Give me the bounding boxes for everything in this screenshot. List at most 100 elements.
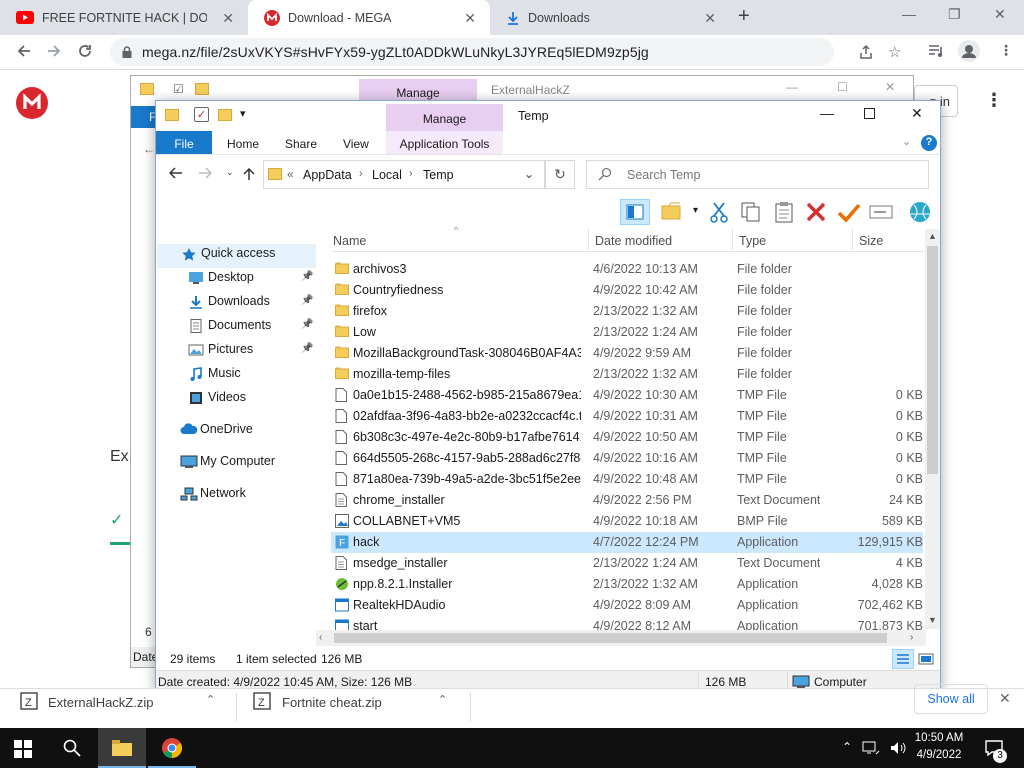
file-row[interactable]: 0a0e1b15-2488-4562-b985-215a8679ea1a....…: [331, 385, 923, 406]
maximize-icon[interactable]: ☐: [837, 80, 848, 94]
chevron-down-icon[interactable]: ⌄: [524, 167, 534, 181]
file-row[interactable]: 871a80ea-739b-49a5-a2de-3bc51f5e2ee5....…: [331, 469, 923, 490]
close-downloads-bar-icon[interactable]: ✕: [999, 690, 1011, 707]
ribbon-tab-view[interactable]: View: [343, 137, 369, 151]
download-item[interactable]: Z Fortnite cheat.zip ⌃: [240, 689, 470, 729]
copy-icon[interactable]: [740, 201, 762, 223]
cut-icon[interactable]: [709, 201, 729, 223]
file-row[interactable]: npp.8.2.1.Installer 2/13/2022 1:32 AM Appl…: [331, 574, 923, 595]
nav-item-desktop[interactable]: Desktop: [208, 270, 254, 284]
nav-item-videos[interactable]: Videos: [208, 390, 246, 404]
file-row[interactable]: start 4/9/2022 8:12 AM Application 701,873 …: [331, 616, 923, 630]
horizontal-scrollbar[interactable]: ‹ ›: [316, 630, 926, 646]
media-control-icon[interactable]: [928, 44, 944, 58]
ribbon-tab-share[interactable]: Share: [285, 137, 317, 151]
close-icon[interactable]: ✕: [464, 10, 476, 27]
column-name[interactable]: Name: [333, 234, 366, 248]
back-arrow-icon[interactable]: [16, 43, 32, 59]
download-item[interactable]: Z ExternalHackZ.zip ⌃: [8, 689, 234, 729]
manage-tab[interactable]: Manage: [386, 104, 503, 131]
breadcrumb-overflow[interactable]: «: [287, 167, 294, 181]
restore-icon[interactable]: ❐: [948, 6, 961, 23]
folder-row[interactable]: Countryfiedness 4/9/2022 10:42 AM File fol…: [331, 280, 923, 301]
mega-menu-icon[interactable]: ⋮: [985, 90, 1003, 111]
folder-row[interactable]: mozilla-temp-files 2/13/2022 1:32 AM File …: [331, 364, 923, 385]
file-row[interactable]: 664d5505-268c-4157-9ab5-288ad6c27f8e....…: [331, 448, 923, 469]
windows-start-icon[interactable]: [14, 740, 32, 758]
ribbon-tab-application-tools[interactable]: Application Tools: [386, 131, 503, 154]
preview-pane-button[interactable]: [620, 199, 650, 225]
pin-icon[interactable]: 📌: [301, 271, 313, 282]
close-icon[interactable]: ✕: [911, 105, 923, 122]
nav-item-quick-access[interactable]: Quick access: [201, 246, 275, 260]
chevron-up-icon[interactable]: ⌃: [438, 693, 447, 706]
column-date-modified[interactable]: Date modified: [595, 234, 672, 248]
network-tray-icon[interactable]: [862, 740, 880, 756]
help-icon[interactable]: ?: [921, 135, 937, 151]
file-row[interactable]: chrome_installer 4/9/2022 2:56 PM Text Doc…: [331, 490, 923, 511]
nav-item-my-computer[interactable]: My Computer: [200, 454, 275, 468]
close-icon[interactable]: ✕: [704, 10, 716, 27]
nav-item-music[interactable]: Music: [208, 366, 241, 380]
back-arrow-icon[interactable]: [169, 167, 183, 179]
forward-arrow-icon[interactable]: [198, 167, 212, 179]
new-tab-button[interactable]: +: [738, 5, 750, 28]
nav-item-onedrive[interactable]: OneDrive: [200, 422, 253, 436]
column-divider[interactable]: [732, 228, 733, 250]
new-folder-button[interactable]: [661, 201, 683, 221]
minimize-icon[interactable]: —: [902, 6, 916, 22]
address-bar[interactable]: « AppData › Local › Temp ⌄: [263, 160, 545, 189]
maximize-icon[interactable]: [864, 108, 875, 119]
scroll-down-icon[interactable]: ▼: [928, 615, 937, 625]
breadcrumb-temp[interactable]: Temp: [423, 168, 454, 182]
ribbon-tab-home[interactable]: Home: [227, 137, 259, 151]
breadcrumb-local[interactable]: Local: [372, 168, 402, 182]
folder-row[interactable]: archivos3 4/6/2022 10:13 AM File folder: [331, 259, 923, 280]
minimize-icon[interactable]: —: [820, 105, 834, 121]
tab-downloads[interactable]: Downloads ✕: [490, 0, 730, 35]
volume-icon[interactable]: [889, 740, 907, 756]
recent-locations-dropdown[interactable]: ⌄: [226, 167, 234, 178]
file-tab[interactable]: F: [131, 106, 157, 128]
network-globe-icon[interactable]: [908, 201, 932, 223]
bookmark-star-icon[interactable]: ☆: [888, 43, 901, 61]
file-row[interactable]: 02afdfaa-3f96-4a83-bb2e-a0232ccacf4c.t..…: [331, 406, 923, 427]
scroll-thumb[interactable]: [334, 633, 887, 643]
column-type[interactable]: Type: [739, 234, 766, 248]
clock-date[interactable]: 4/9/2022: [912, 749, 966, 761]
up-arrow-icon[interactable]: [243, 167, 255, 181]
scroll-right-icon[interactable]: ›: [910, 632, 913, 643]
tab-youtube[interactable]: FREE FORTNITE HACK | DOWNLO ✕: [0, 0, 248, 35]
show-all-button[interactable]: Show all: [914, 684, 988, 714]
pin-icon[interactable]: 📌: [301, 295, 313, 306]
nav-item-network[interactable]: Network: [200, 486, 246, 500]
file-row[interactable]: Fhack 4/7/2022 12:24 PM Application 129,915…: [331, 532, 923, 553]
delete-icon[interactable]: [805, 201, 827, 223]
ribbon-tab-file[interactable]: File: [156, 131, 212, 154]
folder-row[interactable]: firefox 2/13/2022 1:32 AM File folder: [331, 301, 923, 322]
folder-row[interactable]: MozillaBackgroundTask-308046B0AF4A3... 4/…: [331, 343, 923, 364]
scroll-left-icon[interactable]: ‹: [319, 632, 322, 643]
quick-access-dropdown-icon[interactable]: ▾: [240, 107, 246, 120]
tray-expand-icon[interactable]: ⌃: [842, 740, 852, 754]
large-icons-view-button[interactable]: [917, 650, 935, 668]
new-folder-icon[interactable]: [218, 109, 232, 121]
close-window-icon[interactable]: ✕: [994, 6, 1006, 23]
search-icon[interactable]: [63, 739, 81, 757]
folder-row[interactable]: Low 2/13/2022 1:24 AM File folder: [331, 322, 923, 343]
file-row[interactable]: COLLABNET+VM5 4/9/2022 10:18 AM BMP File 58…: [331, 511, 923, 532]
details-view-button[interactable]: [892, 649, 914, 669]
profile-avatar-icon[interactable]: [958, 40, 980, 62]
pin-icon[interactable]: 📌: [301, 319, 313, 330]
menu-icon[interactable]: ⋮: [999, 42, 1013, 59]
properties-icon[interactable]: ✓: [194, 107, 209, 122]
refresh-button[interactable]: ↻: [545, 160, 575, 189]
forward-arrow-icon[interactable]: [46, 43, 62, 59]
nav-item-documents[interactable]: Documents: [208, 318, 271, 332]
breadcrumb-appdata[interactable]: AppData: [303, 168, 352, 182]
column-divider[interactable]: [588, 228, 589, 250]
file-row[interactable]: RealtekHDAudio 4/9/2022 8:09 AM Applicatio…: [331, 595, 923, 616]
checkmark-icon[interactable]: [837, 201, 861, 223]
column-divider[interactable]: [852, 228, 853, 250]
search-input[interactable]: Search Temp: [586, 160, 929, 189]
